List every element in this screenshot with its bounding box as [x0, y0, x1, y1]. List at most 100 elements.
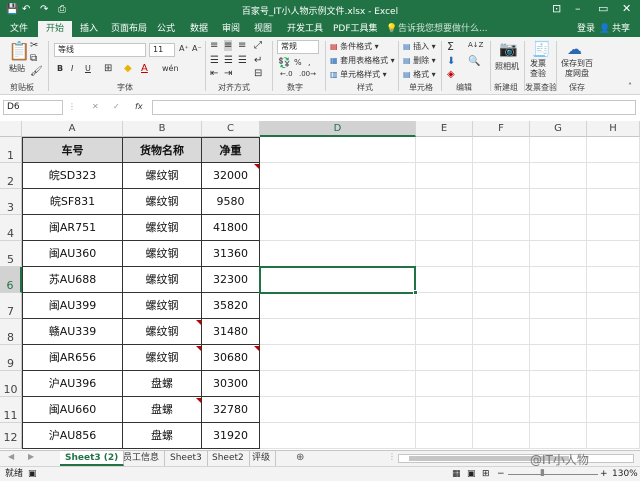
close-button[interactable]: ✕ [622, 2, 631, 16]
align-top-icon[interactable]: ≡ [210, 40, 218, 51]
row-header[interactable]: 10 [0, 371, 22, 397]
empty-cell[interactable] [473, 319, 530, 345]
autosum-icon[interactable]: Σ [447, 40, 454, 53]
empty-cell[interactable] [587, 345, 640, 371]
table-cell[interactable]: 螺纹钢 [123, 267, 202, 293]
empty-cell[interactable] [473, 345, 530, 371]
empty-cell[interactable] [260, 293, 416, 319]
table-cell[interactable]: 41800 [202, 215, 260, 241]
row-header[interactable]: 11 [0, 397, 22, 423]
paste-button[interactable]: 粘贴 [9, 63, 25, 74]
user-icon[interactable]: 👤 [599, 23, 610, 35]
normal-view-icon[interactable]: ▦ [452, 467, 461, 481]
comment-indicator[interactable] [254, 346, 259, 351]
empty-cell[interactable] [260, 241, 416, 267]
conditional-format-button[interactable]: ▤ 条件格式 ▾ [330, 41, 379, 52]
column-header-b[interactable]: B [123, 121, 202, 137]
empty-cell[interactable] [260, 319, 416, 345]
tell-me-search[interactable]: 告诉我您想要做什么... [398, 23, 488, 35]
sign-in-link[interactable]: 登录 [577, 23, 595, 35]
camera-icon[interactable]: 📷 [499, 40, 518, 58]
empty-cell[interactable] [416, 267, 473, 293]
sheet-tab-sheet2[interactable]: Sheet2 [207, 451, 250, 466]
table-cell[interactable]: 螺纹钢 [123, 319, 202, 345]
table-cell[interactable]: 螺纹钢 [123, 163, 202, 189]
empty-cell[interactable] [473, 189, 530, 215]
table-cell[interactable]: 苏AU688 [22, 267, 123, 293]
share-button[interactable]: 共享 [612, 23, 630, 35]
empty-cell[interactable] [473, 163, 530, 189]
comma-button[interactable]: , [308, 58, 311, 67]
sort-filter-icon[interactable]: A↓Z [468, 41, 483, 49]
table-cell[interactable]: 盘螺 [123, 371, 202, 397]
table-header-cell[interactable]: 车号 [22, 137, 123, 163]
orientation-icon[interactable]: ⤢ [254, 40, 262, 51]
table-cell[interactable]: 32300 [202, 267, 260, 293]
delete-cells-button[interactable]: ▤ 删除 ▾ [403, 55, 436, 66]
zoom-out-icon[interactable]: − [497, 467, 505, 481]
empty-cell[interactable] [587, 267, 640, 293]
table-cell[interactable]: 32000 [202, 163, 260, 189]
table-cell[interactable]: 螺纹钢 [123, 215, 202, 241]
tab-insert[interactable]: 插入 [80, 23, 98, 35]
empty-cell[interactable] [530, 397, 587, 423]
format-as-table-button[interactable]: ▦ 套用表格格式 ▾ [330, 55, 395, 66]
page-break-view-icon[interactable]: ⊞ [482, 467, 490, 481]
empty-cell[interactable] [260, 137, 416, 163]
table-cell[interactable]: 闽AR656 [22, 345, 123, 371]
empty-cell[interactable] [416, 189, 473, 215]
merge-center-icon[interactable]: ⊟ [254, 68, 262, 79]
find-select-icon[interactable]: 🔍 [468, 56, 480, 67]
cancel-icon[interactable]: ✕ [92, 102, 99, 111]
row-header[interactable]: 9 [0, 345, 22, 371]
font-size-select[interactable]: 11 [149, 43, 175, 57]
comment-indicator[interactable] [196, 320, 201, 325]
table-cell[interactable]: 盘螺 [123, 423, 202, 449]
empty-cell[interactable] [416, 163, 473, 189]
zoom-level[interactable]: 130% [612, 467, 638, 481]
tab-home[interactable]: 开始 [38, 21, 73, 37]
empty-cell[interactable] [416, 137, 473, 163]
table-cell[interactable]: 9580 [202, 189, 260, 215]
baidu-netdisk-icon[interactable]: ☁ [567, 40, 582, 58]
column-header-f[interactable]: F [473, 121, 530, 137]
table-cell[interactable]: 闽AR751 [22, 215, 123, 241]
table-cell[interactable]: 螺纹钢 [123, 345, 202, 371]
table-cell[interactable]: 闽AU360 [22, 241, 123, 267]
empty-cell[interactable] [530, 241, 587, 267]
empty-cell[interactable] [587, 137, 640, 163]
column-header-g[interactable]: G [530, 121, 587, 137]
table-cell[interactable]: 30300 [202, 371, 260, 397]
percent-button[interactable]: % [294, 58, 302, 67]
empty-cell[interactable] [473, 215, 530, 241]
increase-decimal-icon[interactable]: ←.0 [280, 70, 293, 78]
number-format-select[interactable]: 常规 [277, 40, 319, 54]
table-header-cell[interactable]: 货物名称 [123, 137, 202, 163]
format-cells-button[interactable]: ▤ 格式 ▾ [403, 69, 436, 80]
align-middle-icon[interactable]: ≡ [224, 40, 233, 51]
empty-cell[interactable] [416, 397, 473, 423]
empty-cell[interactable] [530, 163, 587, 189]
name-box[interactable]: D6 [3, 100, 63, 115]
minimize-button[interactable]: – [575, 2, 581, 16]
empty-cell[interactable] [416, 371, 473, 397]
empty-cell[interactable] [530, 345, 587, 371]
new-sheet-button[interactable]: ⊕ [296, 452, 304, 463]
empty-cell[interactable] [530, 319, 587, 345]
table-cell[interactable]: 盘螺 [123, 397, 202, 423]
camera-button[interactable]: 照相机 [495, 61, 519, 72]
empty-cell[interactable] [587, 241, 640, 267]
enter-icon[interactable]: ✓ [113, 102, 120, 111]
borders-icon[interactable]: ⊞ [104, 63, 112, 74]
tab-review[interactable]: 审阅 [222, 23, 240, 35]
empty-cell[interactable] [473, 397, 530, 423]
tab-view[interactable]: 视图 [254, 23, 272, 35]
font-grow-icon[interactable]: A⁺ [179, 44, 189, 53]
fill-icon[interactable]: ⬇ [447, 56, 455, 67]
empty-cell[interactable] [416, 345, 473, 371]
row-header[interactable]: 4 [0, 215, 22, 241]
empty-cell[interactable] [260, 163, 416, 189]
tab-pdf-tools[interactable]: PDF工具集 [333, 23, 378, 35]
horizontal-scrollbar[interactable] [398, 454, 634, 463]
save-to-netdisk-button[interactable]: 保存到百度网盘 [560, 59, 594, 79]
